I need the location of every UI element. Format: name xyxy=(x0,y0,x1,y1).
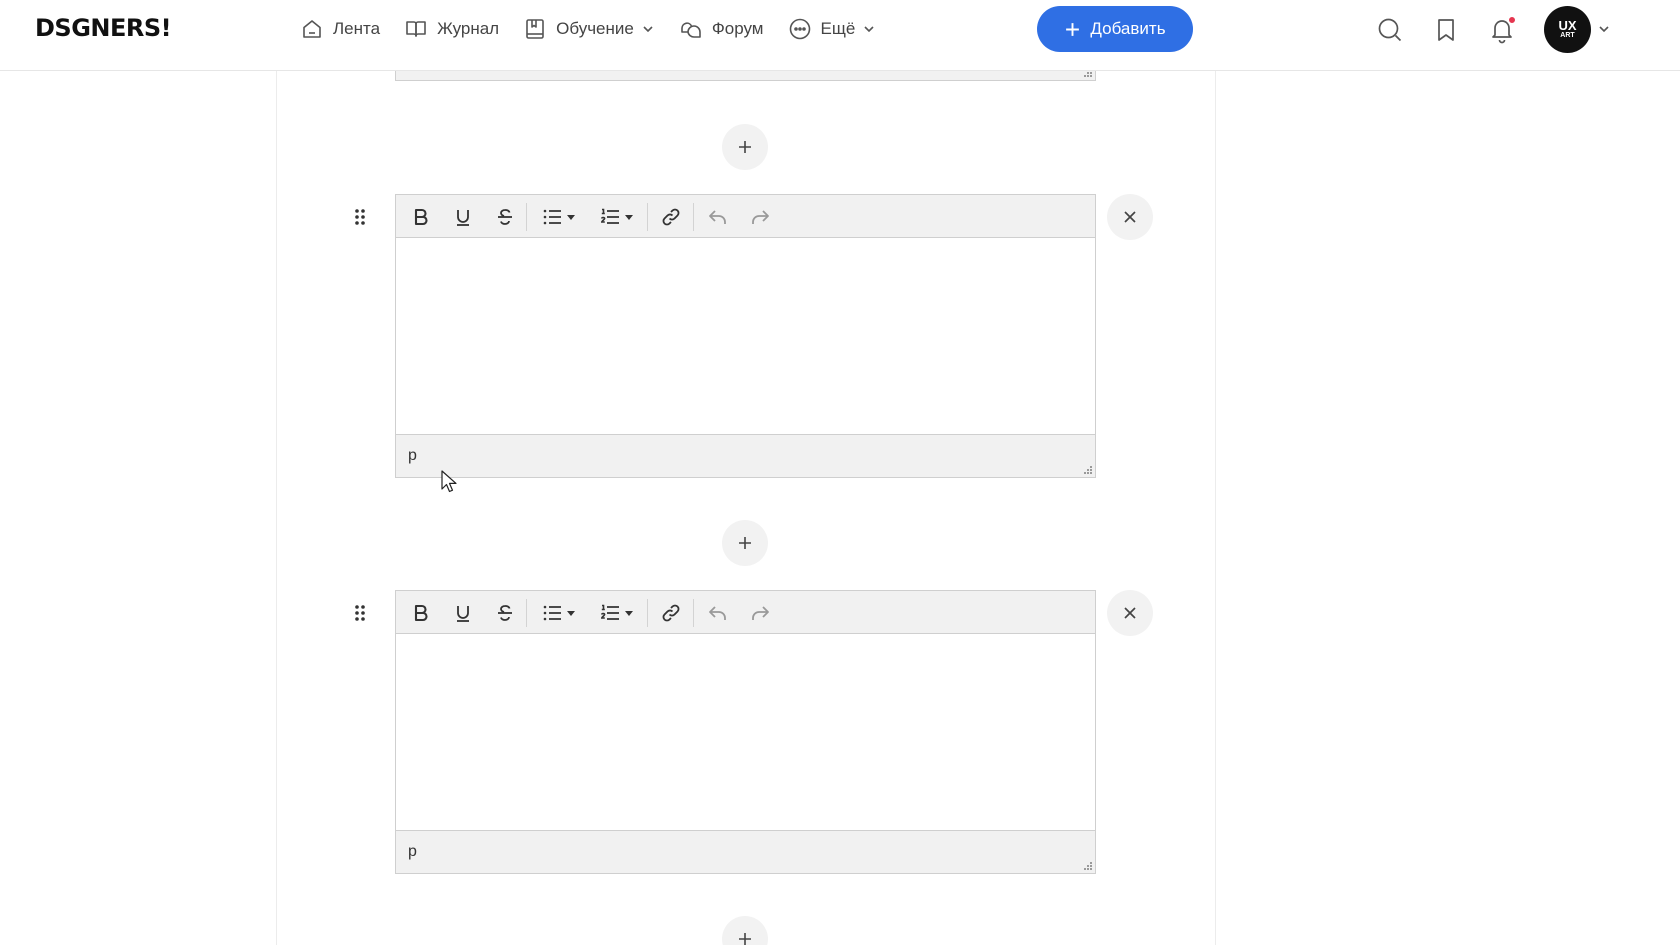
add-post-button[interactable]: Добавить xyxy=(1037,6,1193,52)
bold-button[interactable] xyxy=(408,600,434,626)
link-button[interactable] xyxy=(658,204,684,230)
undo-button[interactable] xyxy=(705,204,731,230)
bullet-list-icon xyxy=(543,605,561,621)
nav-item-forum[interactable]: Форум xyxy=(679,17,764,41)
caret-down-icon xyxy=(624,215,633,220)
editor-statusbar: p xyxy=(396,434,1095,477)
chevron-down-icon xyxy=(864,26,874,33)
home-icon xyxy=(303,20,321,38)
toolbar-divider xyxy=(526,599,527,627)
strikethrough-icon xyxy=(498,605,512,621)
bold-icon xyxy=(414,208,428,226)
mouse-cursor-icon xyxy=(441,470,457,493)
nav-item-label: Форум xyxy=(711,19,764,38)
toolbar-divider xyxy=(693,599,694,627)
nav-item-label: Журнал xyxy=(437,19,500,38)
underline-button[interactable] xyxy=(450,204,476,230)
text-editor: p xyxy=(395,194,1096,478)
chevron-down-icon[interactable] xyxy=(1597,22,1611,36)
undo-icon xyxy=(709,606,726,620)
text-editor: p xyxy=(395,590,1096,874)
add-block-button[interactable] xyxy=(722,520,768,566)
undo-button[interactable] xyxy=(705,600,731,626)
remove-block-button[interactable] xyxy=(1107,590,1153,636)
plus-icon xyxy=(1066,22,1080,36)
underline-icon xyxy=(457,606,469,622)
previous-editor-statusbar xyxy=(395,69,1096,81)
more-icon xyxy=(789,18,810,40)
caret-down-icon xyxy=(566,215,575,220)
notification-badge xyxy=(1508,16,1516,24)
editor-toolbar xyxy=(396,591,1095,634)
close-icon xyxy=(1124,607,1136,619)
avatar-subtext: ART xyxy=(1560,31,1575,39)
numbered-list-button[interactable] xyxy=(595,204,637,230)
editor-statusbar: p xyxy=(396,830,1095,873)
link-button[interactable] xyxy=(658,600,684,626)
editor-toolbar xyxy=(396,195,1095,238)
learning-icon xyxy=(526,19,544,39)
resize-handle-icon[interactable] xyxy=(1084,862,1093,871)
resize-handle-icon[interactable] xyxy=(1084,466,1093,475)
caret-down-icon xyxy=(566,611,575,616)
bold-button[interactable] xyxy=(408,204,434,230)
element-path[interactable]: p xyxy=(408,843,417,861)
strikethrough-button[interactable] xyxy=(492,204,518,230)
plus-icon xyxy=(739,141,751,153)
redo-button[interactable] xyxy=(747,204,773,230)
numbered-list-icon xyxy=(600,604,619,620)
bold-icon xyxy=(414,604,428,622)
link-icon xyxy=(662,604,680,622)
numbered-list-icon xyxy=(600,208,619,224)
remove-block-button[interactable] xyxy=(1107,194,1153,240)
editor-content[interactable] xyxy=(396,634,1095,830)
bookmark-icon[interactable] xyxy=(1432,16,1460,44)
bullet-list-button[interactable] xyxy=(537,600,579,626)
redo-icon xyxy=(752,606,769,620)
book-icon xyxy=(406,21,426,37)
top-header: DSGNERS! Лента Журнал Обучение Форум Ещё… xyxy=(0,0,1680,71)
strikethrough-icon xyxy=(498,209,512,225)
add-block-button[interactable] xyxy=(722,124,768,170)
bullet-list-icon xyxy=(543,209,561,225)
element-path[interactable]: p xyxy=(408,447,417,465)
search-icon[interactable] xyxy=(1376,16,1404,44)
main-nav: Лента Журнал Обучение Форум Ещё xyxy=(300,0,900,58)
nav-item-more[interactable]: Ещё xyxy=(788,17,877,41)
drag-handle-icon[interactable] xyxy=(353,207,367,227)
add-post-label: Добавить xyxy=(1090,19,1166,38)
forum-icon xyxy=(681,22,701,38)
toolbar-divider xyxy=(526,203,527,231)
redo-icon xyxy=(752,210,769,224)
nav-item-label: Ещё xyxy=(820,19,856,38)
avatar-text: UX xyxy=(1558,17,1577,33)
nav-item-journal[interactable]: Журнал xyxy=(404,17,499,41)
toolbar-divider xyxy=(693,203,694,231)
undo-icon xyxy=(709,210,726,224)
toolbar-divider xyxy=(647,203,648,231)
underline-icon xyxy=(457,210,469,226)
link-icon xyxy=(662,208,680,226)
site-logo[interactable]: DSGNERS! xyxy=(35,14,172,42)
caret-down-icon xyxy=(624,611,633,616)
avatar[interactable]: UX ART xyxy=(1544,6,1591,53)
chevron-down-icon xyxy=(643,26,653,33)
bullet-list-button[interactable] xyxy=(537,204,579,230)
toolbar-divider xyxy=(647,599,648,627)
plus-icon xyxy=(739,537,751,549)
nav-item-label: Лента xyxy=(333,19,381,38)
nav-item-feed[interactable]: Лента xyxy=(300,17,380,41)
underline-button[interactable] xyxy=(450,600,476,626)
strikethrough-button[interactable] xyxy=(492,600,518,626)
nav-item-label: Обучение xyxy=(556,19,634,38)
close-icon xyxy=(1124,211,1136,223)
plus-icon xyxy=(739,933,751,945)
nav-item-learning[interactable]: Обучение xyxy=(523,17,655,41)
numbered-list-button[interactable] xyxy=(595,600,637,626)
editor-content[interactable] xyxy=(396,238,1095,434)
redo-button[interactable] xyxy=(747,600,773,626)
drag-handle-icon[interactable] xyxy=(353,603,367,623)
